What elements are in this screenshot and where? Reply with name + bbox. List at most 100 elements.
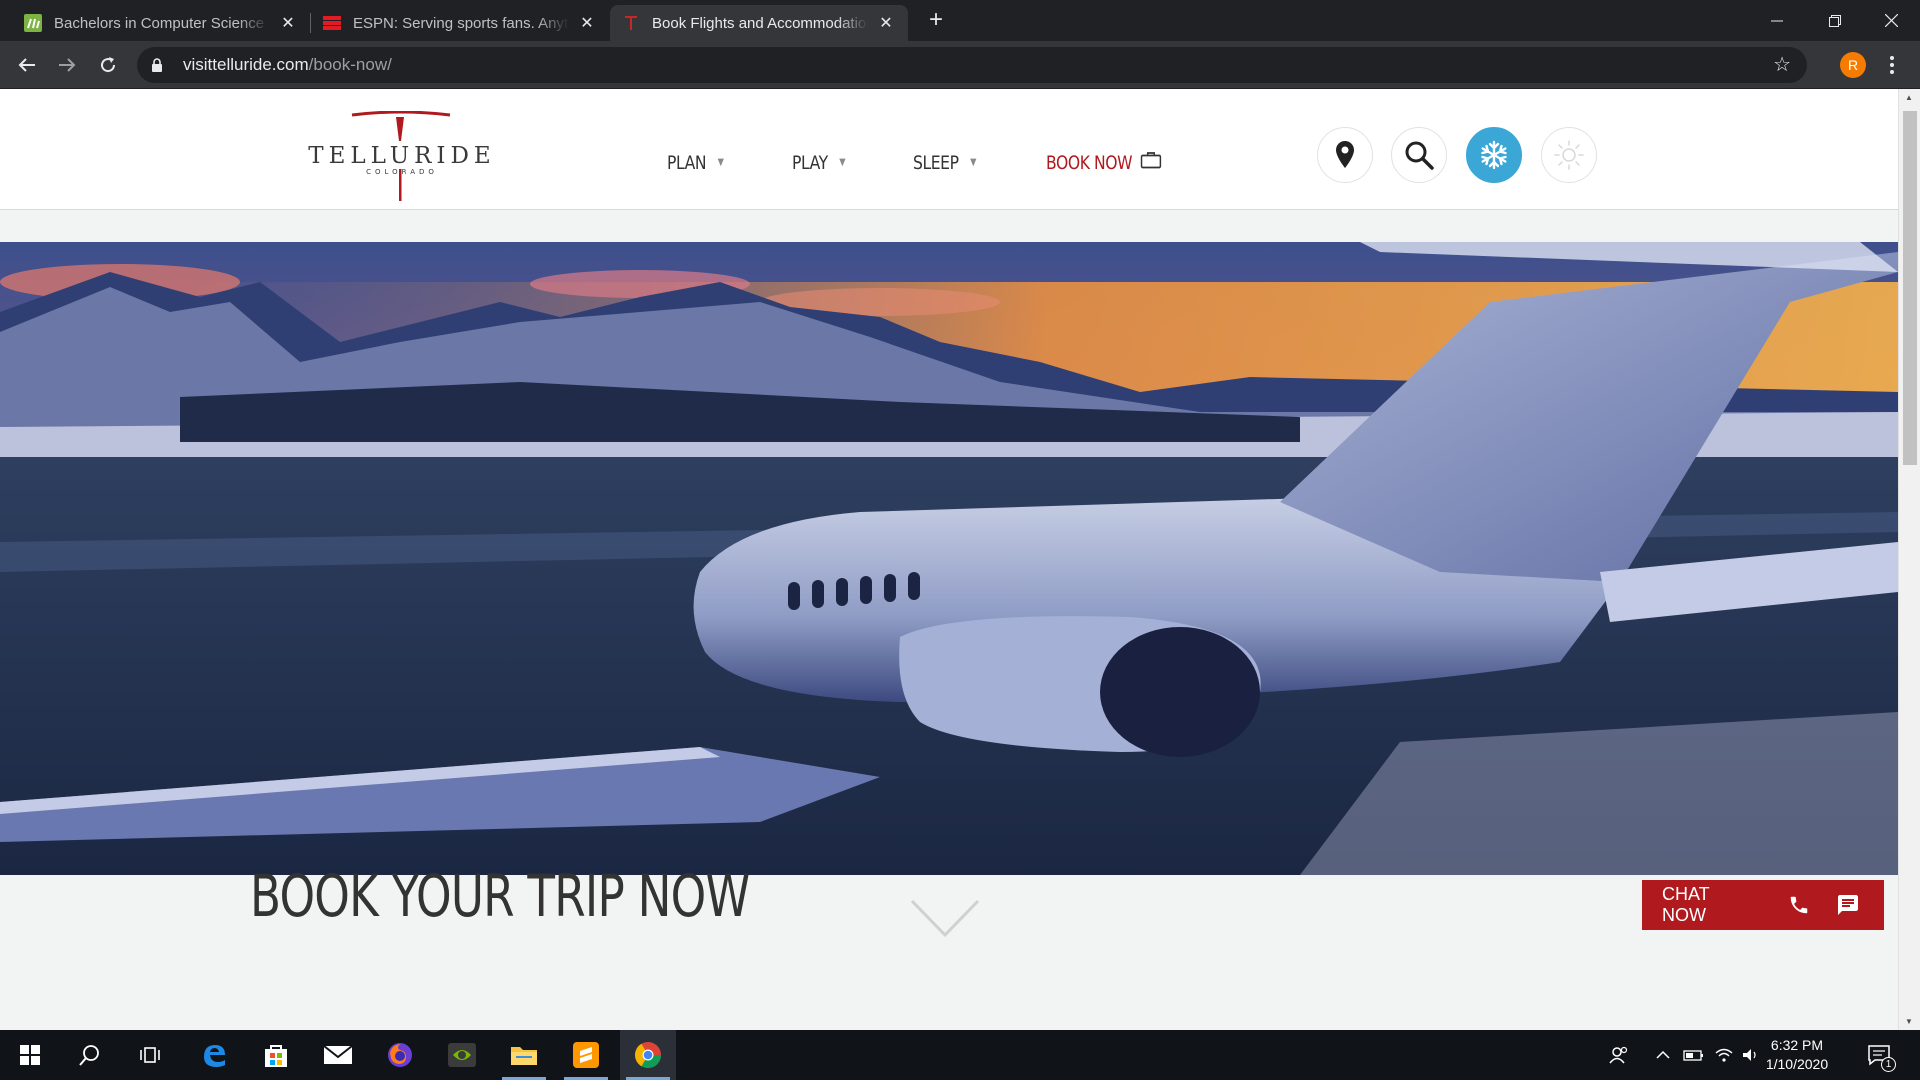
espn-favicon-icon <box>323 14 341 32</box>
task-view-icon <box>140 1047 160 1063</box>
summer-season-button[interactable] <box>1541 127 1597 183</box>
search-icon <box>79 1045 99 1066</box>
reload-icon <box>101 57 116 73</box>
phone-icon[interactable] <box>1786 891 1813 919</box>
page-scrollbar[interactable]: ▲ ▼ <box>1898 89 1920 1030</box>
web-page: TELLURIDE COLORADO PLAN ▼ PLAY ▼ SLEEP ▼… <box>0 89 1898 1030</box>
bookmark-star-icon[interactable]: ☆ <box>1773 55 1791 75</box>
minimize-button[interactable] <box>1748 0 1806 41</box>
arrow-right-icon <box>59 58 76 72</box>
folder-icon <box>511 1047 537 1065</box>
tab-title: ESPN: Serving sports fans. Anytime. Anyw… <box>353 14 569 32</box>
chrome-taskbar-button[interactable] <box>620 1030 676 1080</box>
back-button[interactable] <box>13 51 41 79</box>
browser-tab-strip: Bachelors in Computer Science – ✕ ESPN: … <box>0 0 1920 41</box>
caret-down-icon: ▼ <box>839 157 846 168</box>
store-bag-icon <box>265 1045 287 1067</box>
tab-close-icon[interactable]: ✕ <box>278 13 298 33</box>
chrome-icon <box>634 1042 661 1069</box>
scroll-down-chevron-icon[interactable] <box>910 897 980 941</box>
close-icon <box>1884 14 1898 27</box>
nav-label: PLAN <box>667 151 707 174</box>
people-icon[interactable] <box>1606 1030 1632 1080</box>
search-button[interactable] <box>1391 127 1447 183</box>
close-window-button[interactable] <box>1862 0 1920 41</box>
scroll-down-arrow-icon[interactable]: ▼ <box>1905 1017 1913 1026</box>
map-location-button[interactable] <box>1317 127 1373 183</box>
clock-time: 6:32 PM <box>1770 1037 1824 1053</box>
nav-book-now[interactable]: BOOK NOW <box>1046 151 1162 174</box>
restore-button[interactable] <box>1806 0 1864 41</box>
nvidia-taskbar-button[interactable] <box>434 1030 490 1080</box>
scroll-up-arrow-icon[interactable]: ▲ <box>1905 93 1913 102</box>
telluride-favicon-icon <box>622 14 640 32</box>
scrollbar-thumb[interactable] <box>1903 111 1917 465</box>
notification-count-badge: 1 <box>1881 1057 1896 1072</box>
telluride-logo[interactable]: TELLURIDE COLORADO <box>300 110 504 201</box>
sun-icon <box>1554 140 1584 170</box>
file-explorer-taskbar-button[interactable] <box>496 1030 552 1080</box>
reload-button[interactable] <box>94 51 122 79</box>
firefox-taskbar-button[interactable] <box>372 1030 428 1080</box>
edge-browser-icon <box>204 1045 225 1067</box>
new-tab-button[interactable]: + <box>922 8 950 32</box>
nav-sleep[interactable]: SLEEP ▼ <box>913 152 976 174</box>
nav-plan[interactable]: PLAN ▼ <box>667 152 724 174</box>
chat-now-button[interactable]: CHAT NOW <box>1642 880 1884 930</box>
map-pin-icon <box>1336 141 1354 168</box>
hero-image <box>0 242 1898 875</box>
nav-label: SLEEP <box>912 151 959 174</box>
show-hidden-icons-chevron-icon[interactable] <box>1652 1030 1674 1080</box>
windows-logo-icon <box>20 1045 40 1065</box>
url-host: visittelluride.com <box>183 55 309 74</box>
logo-wordmark: TELLURIDE <box>308 143 496 169</box>
action-center-button[interactable]: 1 <box>1860 1030 1900 1080</box>
tab-title: Bachelors in Computer Science – <box>54 14 270 32</box>
message-icon[interactable] <box>1835 891 1862 919</box>
tab-close-icon[interactable]: ✕ <box>577 13 597 33</box>
tab-book-flights[interactable]: Book Flights and Accommodations ✕ <box>610 5 908 41</box>
tab-espn[interactable]: ESPN: Serving sports fans. Anytime. Anyw… <box>311 5 609 41</box>
search-icon <box>1405 141 1434 170</box>
lock-icon <box>151 57 165 73</box>
clock-date: 1/10/2020 <box>1765 1056 1829 1072</box>
nvidia-icon <box>448 1043 476 1067</box>
task-view-button[interactable] <box>122 1030 178 1080</box>
mail-envelope-icon <box>323 1045 353 1064</box>
windows-taskbar: 6:32 PM 1/10/2020 1 <box>0 1030 1920 1080</box>
browser-toolbar: visittelluride.com/book-now/ ☆ R <box>0 41 1920 89</box>
address-bar[interactable]: visittelluride.com/book-now/ ☆ <box>137 47 1807 83</box>
winter-season-button[interactable] <box>1466 127 1522 183</box>
tab-title: Book Flights and Accommodations <box>652 14 868 32</box>
site-header: TELLURIDE COLORADO PLAN ▼ PLAY ▼ SLEEP ▼… <box>0 89 1898 210</box>
page-heading: BOOK YOUR TRIP NOW <box>250 862 750 930</box>
nav-label: BOOK NOW <box>1045 151 1133 174</box>
sublime-text-icon <box>573 1042 599 1068</box>
start-button[interactable] <box>2 1030 58 1080</box>
green-site-favicon-icon <box>24 14 42 32</box>
volume-icon[interactable] <box>1740 1030 1762 1080</box>
wifi-icon[interactable] <box>1712 1030 1736 1080</box>
restore-icon <box>1829 14 1841 27</box>
caret-down-icon: ▼ <box>969 157 976 168</box>
nav-play[interactable]: PLAY ▼ <box>791 151 846 174</box>
sublime-taskbar-button[interactable] <box>558 1030 614 1080</box>
search-taskbar-button[interactable] <box>62 1030 118 1080</box>
minimize-icon <box>1771 20 1783 21</box>
mail-taskbar-button[interactable] <box>310 1030 366 1080</box>
caret-down-icon: ▼ <box>717 157 724 168</box>
store-taskbar-button[interactable] <box>248 1030 304 1080</box>
tab-close-icon[interactable]: ✕ <box>876 13 896 33</box>
forward-button[interactable] <box>53 51 81 79</box>
system-clock[interactable]: 6:32 PM 1/10/2020 <box>1762 1036 1832 1074</box>
edge-taskbar-button[interactable] <box>186 1030 242 1080</box>
logo-subtitle: COLORADO <box>366 168 438 176</box>
battery-icon[interactable] <box>1682 1030 1706 1080</box>
nav-label: PLAY <box>791 151 828 174</box>
url-path: /book-now/ <box>308 55 392 74</box>
profile-avatar[interactable]: R <box>1840 52 1866 78</box>
url-text: visittelluride.com/book-now/ <box>183 55 392 75</box>
browser-menu-icon[interactable] <box>1882 51 1902 79</box>
tab-bachelors-cs[interactable]: Bachelors in Computer Science – ✕ <box>12 5 310 41</box>
arrow-left-icon <box>18 58 35 72</box>
